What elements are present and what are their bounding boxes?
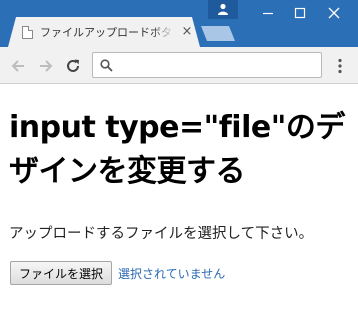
browser-toolbar <box>0 47 358 84</box>
page-content: input type="file"のデザインを変更する アップロードするファイル… <box>0 84 358 320</box>
browser-tab[interactable]: ファイルアップロードボタンのデザイン × <box>8 17 200 47</box>
close-window-button[interactable] <box>316 0 352 26</box>
arrow-right-icon <box>40 60 53 72</box>
profile-button[interactable] <box>208 0 238 19</box>
forward-button[interactable] <box>36 56 56 76</box>
choose-file-button[interactable]: ファイルを選択 <box>10 261 112 285</box>
arrow-left-icon <box>11 60 24 72</box>
maximize-button[interactable] <box>282 0 318 26</box>
upload-instructions: アップロードするファイルを選択して下さい。 <box>9 226 314 242</box>
search-icon <box>100 59 113 72</box>
close-icon <box>328 7 340 19</box>
browser-titlebar: ファイルアップロードボタンのデザイン × <box>0 0 358 47</box>
reload-button[interactable] <box>63 56 83 76</box>
minimize-icon <box>263 12 273 15</box>
page-icon <box>22 26 33 39</box>
more-vertical-icon <box>338 58 342 74</box>
address-bar[interactable] <box>92 52 322 78</box>
person-icon <box>218 3 228 15</box>
tab-title: ファイルアップロードボタンのデザイン <box>40 25 174 41</box>
address-input[interactable] <box>119 55 315 75</box>
page-heading: input type="file"のデザインを変更する <box>9 110 345 189</box>
reload-icon <box>67 59 79 72</box>
new-tab-button[interactable] <box>201 26 235 41</box>
tab-close-button[interactable]: × <box>180 24 194 40</box>
maximize-icon <box>294 7 306 19</box>
minimize-button[interactable] <box>250 0 286 26</box>
back-button[interactable] <box>8 56 28 76</box>
browser-menu-button[interactable] <box>330 56 350 76</box>
file-status-text: 選択されていません <box>118 267 226 281</box>
